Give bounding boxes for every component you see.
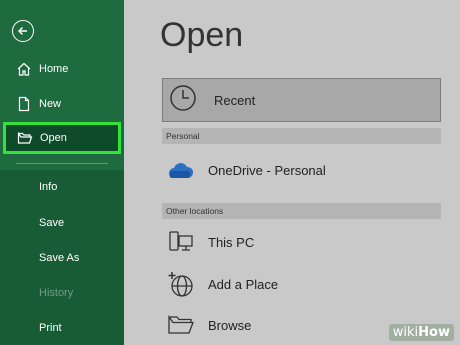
- nav-info[interactable]: Info: [0, 171, 124, 203]
- nav-home-label: Home: [39, 63, 69, 75]
- nav-home[interactable]: Home: [0, 53, 124, 85]
- computer-icon: [166, 227, 196, 257]
- nav-save[interactable]: Save: [0, 207, 124, 239]
- nav-open[interactable]: Open: [3, 122, 121, 154]
- add-place-location[interactable]: Add a Place: [162, 267, 441, 301]
- nav-info-label: Info: [39, 181, 58, 193]
- sidebar-divider: [16, 163, 108, 164]
- open-pane: Open Recent Personal OneDrive - Personal…: [124, 0, 460, 345]
- home-icon: [16, 61, 32, 77]
- watermark-prefix: wiki: [392, 325, 419, 340]
- personal-section-header: Personal: [162, 128, 441, 144]
- nav-history-label: History: [39, 287, 74, 299]
- back-arrow-icon[interactable]: [12, 20, 34, 42]
- recent-button[interactable]: Recent: [162, 78, 441, 122]
- nav-open-label: Open: [40, 132, 67, 144]
- nav-print-label: Print: [39, 322, 62, 334]
- nav-save-as-label: Save As: [39, 252, 80, 264]
- nav-new-label: New: [39, 98, 62, 110]
- browse-label: Browse: [208, 317, 252, 333]
- globe-plus-icon: [166, 269, 196, 299]
- nav-save-label: Save: [39, 217, 65, 229]
- other-locations-header: Other locations: [162, 203, 441, 219]
- page-title: Open: [160, 16, 244, 54]
- onedrive-location[interactable]: OneDrive - Personal: [162, 153, 441, 187]
- backstage-sidebar: Home New Open Info Save Save As History …: [0, 0, 124, 345]
- clock-icon: [168, 83, 198, 118]
- nav-save-as[interactable]: Save As: [0, 242, 124, 274]
- add-place-label: Add a Place: [208, 276, 279, 292]
- nav-print[interactable]: Print: [0, 312, 124, 344]
- watermark-logo: wikiHow: [388, 324, 454, 341]
- new-file-icon: [16, 96, 32, 112]
- this-pc-label: This PC: [208, 234, 255, 250]
- cloud-icon: [166, 155, 196, 185]
- folder-icon: [166, 310, 196, 340]
- nav-new[interactable]: New: [0, 88, 124, 120]
- this-pc-location[interactable]: This PC: [162, 225, 441, 259]
- recent-label: Recent: [214, 92, 256, 108]
- watermark-suffix: How: [418, 325, 450, 340]
- nav-history: History: [0, 277, 124, 309]
- onedrive-label: OneDrive - Personal: [208, 162, 326, 178]
- folder-open-icon: [17, 130, 33, 146]
